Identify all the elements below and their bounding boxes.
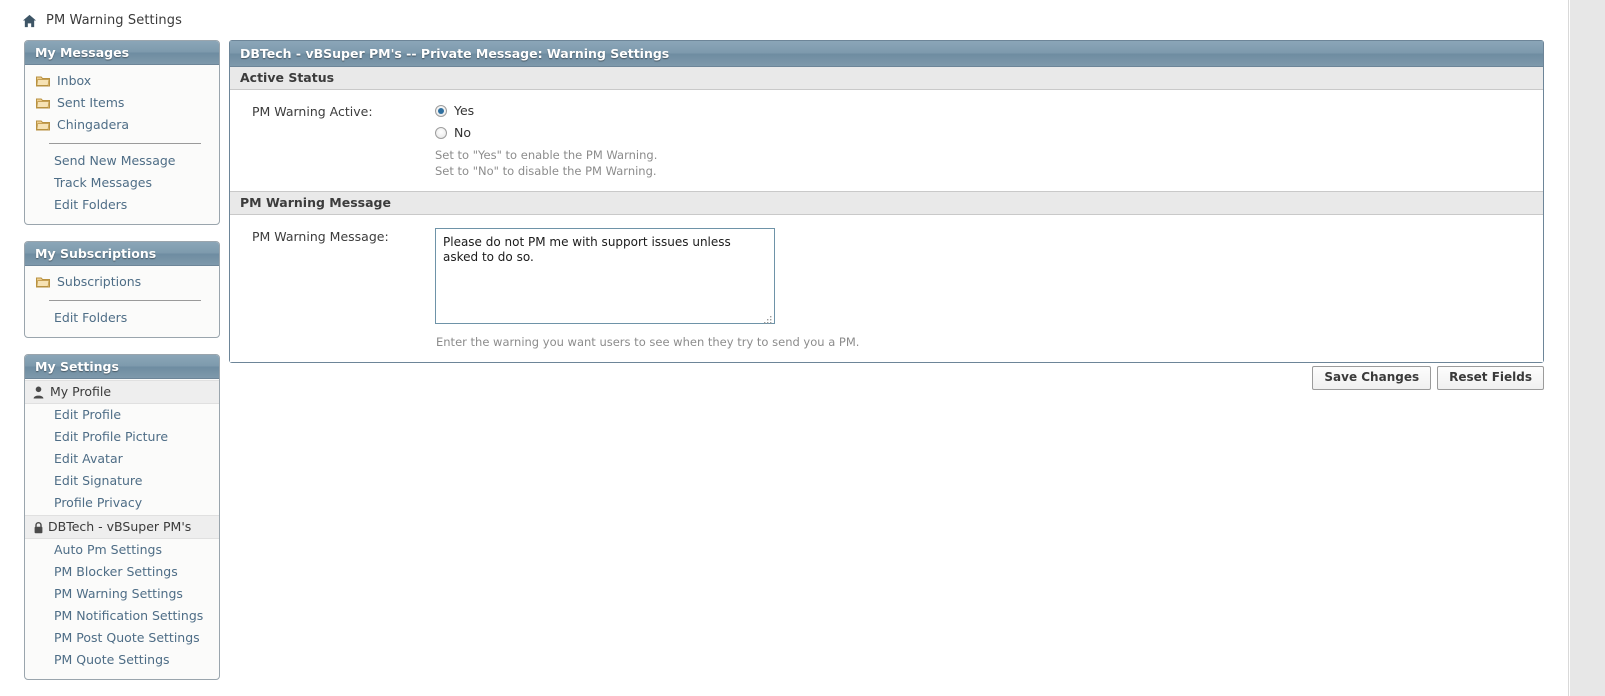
sidebar-group-my-profile[interactable]: My Profile [25,380,219,404]
sidebar-group-label: DBTech - vBSuper PM's [48,519,192,534]
sidebar-item-edit-signature[interactable]: Edit Signature [25,470,219,492]
sidebar-group-label: My Profile [50,384,112,399]
sidebar-link-label[interactable]: Edit Signature [54,473,142,489]
panel-body-my-messages: Inbox Sent Items Chingadera Send New Mes… [25,65,219,224]
field-row-pm-warning-active: PM Warning Active: Yes No Set to "Yes" t… [230,103,1543,179]
sidebar-item-edit-profile[interactable]: Edit Profile [25,404,219,426]
sidebar-link-label[interactable]: Inbox [57,73,91,89]
sidebar-link-label[interactable]: Edit Folders [54,310,127,326]
section-heading-pm-warning-message: PM Warning Message [230,191,1543,215]
folder-icon [36,276,57,288]
panel-my-settings: My Settings My Profile Edit Profile Edit… [24,354,220,680]
form-button-bar: Save Changes Reset Fields [229,366,1544,390]
sidebar-link-label[interactable]: Edit Profile [54,407,121,423]
sidebar-link-label[interactable]: PM Quote Settings [54,652,170,668]
sidebar-link-label[interactable]: PM Notification Settings [54,608,203,624]
panel-my-messages: My Messages Inbox Sent Items Chingadera … [24,40,220,225]
folder-icon [36,97,57,109]
save-changes-button[interactable]: Save Changes [1312,366,1432,390]
section-heading-active-status: Active Status [230,67,1543,90]
radio-option-yes[interactable]: Yes [435,103,1543,118]
sidebar-link-label[interactable]: Track Messages [54,175,152,191]
field-label-pm-warning-active: PM Warning Active: [252,104,373,119]
sidebar-link-label[interactable]: PM Warning Settings [54,586,183,602]
page-frame: PM Warning Settings My Messages Inbox Se… [0,0,1569,696]
hint-line-2: Set to "No" to disable the PM Warning. [435,164,657,178]
sidebar-group-dbtech-vbsuper-pms[interactable]: DBTech - vBSuper PM's [25,515,219,539]
textarea-wrapper [435,228,775,327]
sidebar-item-pm-post-quote-settings[interactable]: PM Post Quote Settings [25,627,219,649]
main-panel-title: DBTech - vBSuper PM's -- Private Message… [230,41,1543,67]
page-title: PM Warning Settings [46,13,182,28]
folder-icon [36,75,57,87]
field-label-pm-warning-message: PM Warning Message: [252,229,389,244]
pm-warning-message-input[interactable] [435,228,775,324]
sidebar-item-chingadera[interactable]: Chingadera [25,114,219,136]
sidebar: My Messages Inbox Sent Items Chingadera … [24,40,220,696]
sidebar-link-label[interactable]: Edit Folders [54,197,127,213]
breadcrumb: PM Warning Settings [22,13,182,28]
sidebar-link-label[interactable]: PM Blocker Settings [54,564,178,580]
page-right-gutter [1570,0,1605,696]
sidebar-link-label[interactable]: Subscriptions [57,274,141,290]
field-block-active-status: PM Warning Active: Yes No Set to "Yes" t… [230,90,1543,191]
field-block-warning-message: PM Warning Message: Please do not PM me … [230,215,1543,362]
sidebar-link-label[interactable]: Edit Profile Picture [54,429,168,445]
divider [49,143,201,144]
hint-active-status: Set to "Yes" to enable the PM Warning. S… [435,147,1543,179]
sidebar-item-pm-blocker-settings[interactable]: PM Blocker Settings [25,561,219,583]
field-control-pm-warning-message: Enter the warning you want users to see … [435,228,1543,350]
sidebar-item-profile-privacy[interactable]: Profile Privacy [25,492,219,514]
sidebar-link-label[interactable]: Auto Pm Settings [54,542,162,558]
person-icon [33,386,50,399]
radio-option-no[interactable]: No [435,125,1543,140]
panel-body-my-subscriptions: Subscriptions Edit Folders [25,266,219,337]
sidebar-item-auto-pm-settings[interactable]: Auto Pm Settings [25,539,219,561]
lock-icon [33,521,48,534]
folder-icon [36,119,57,131]
field-control-pm-warning-active: Yes No Set to "Yes" to enable the PM War… [435,103,1543,179]
sidebar-item-edit-avatar[interactable]: Edit Avatar [25,448,219,470]
radio-no[interactable] [435,126,447,139]
field-row-pm-warning-message: PM Warning Message: Please do not PM me … [230,228,1543,350]
sidebar-item-pm-warning-settings[interactable]: PM Warning Settings [25,583,219,605]
panel-body-my-settings: My Profile Edit Profile Edit Profile Pic… [25,380,219,679]
sidebar-item-edit-profile-picture[interactable]: Edit Profile Picture [25,426,219,448]
sidebar-item-pm-quote-settings[interactable]: PM Quote Settings [25,649,219,671]
hint-warning-message: Enter the warning you want users to see … [436,335,860,349]
panel-header-my-subscriptions: My Subscriptions [25,242,219,266]
sidebar-link-label[interactable]: Sent Items [57,95,124,111]
panel-my-subscriptions: My Subscriptions Subscriptions Edit Fold… [24,241,220,338]
sidebar-item-subscriptions[interactable]: Subscriptions [25,271,219,293]
sidebar-link-label[interactable]: Profile Privacy [54,495,142,511]
sidebar-item-edit-folders-messages[interactable]: Edit Folders [25,194,219,216]
radio-yes-label: Yes [454,103,475,118]
sidebar-item-send-new-message[interactable]: Send New Message [25,150,219,172]
divider [49,300,201,301]
sidebar-item-edit-folders-subscriptions[interactable]: Edit Folders [25,307,219,329]
sidebar-link-label[interactable]: Chingadera [57,117,129,133]
radio-no-label: No [454,125,471,140]
sidebar-item-pm-notification-settings[interactable]: PM Notification Settings [25,605,219,627]
panel-header-my-messages: My Messages [25,41,219,65]
sidebar-item-sent-items[interactable]: Sent Items [25,92,219,114]
reset-fields-button[interactable]: Reset Fields [1437,366,1544,390]
hint-line-1: Set to "Yes" to enable the PM Warning. [435,148,658,162]
sidebar-item-track-messages[interactable]: Track Messages [25,172,219,194]
sidebar-link-label[interactable]: PM Post Quote Settings [54,630,200,646]
sidebar-link-label[interactable]: Edit Avatar [54,451,123,467]
radio-yes[interactable] [435,104,447,117]
panel-header-my-settings: My Settings [25,355,219,379]
home-icon[interactable] [22,14,37,28]
sidebar-link-label[interactable]: Send New Message [54,153,175,169]
sidebar-item-inbox[interactable]: Inbox [25,70,219,92]
main-content-panel: DBTech - vBSuper PM's -- Private Message… [229,40,1544,363]
